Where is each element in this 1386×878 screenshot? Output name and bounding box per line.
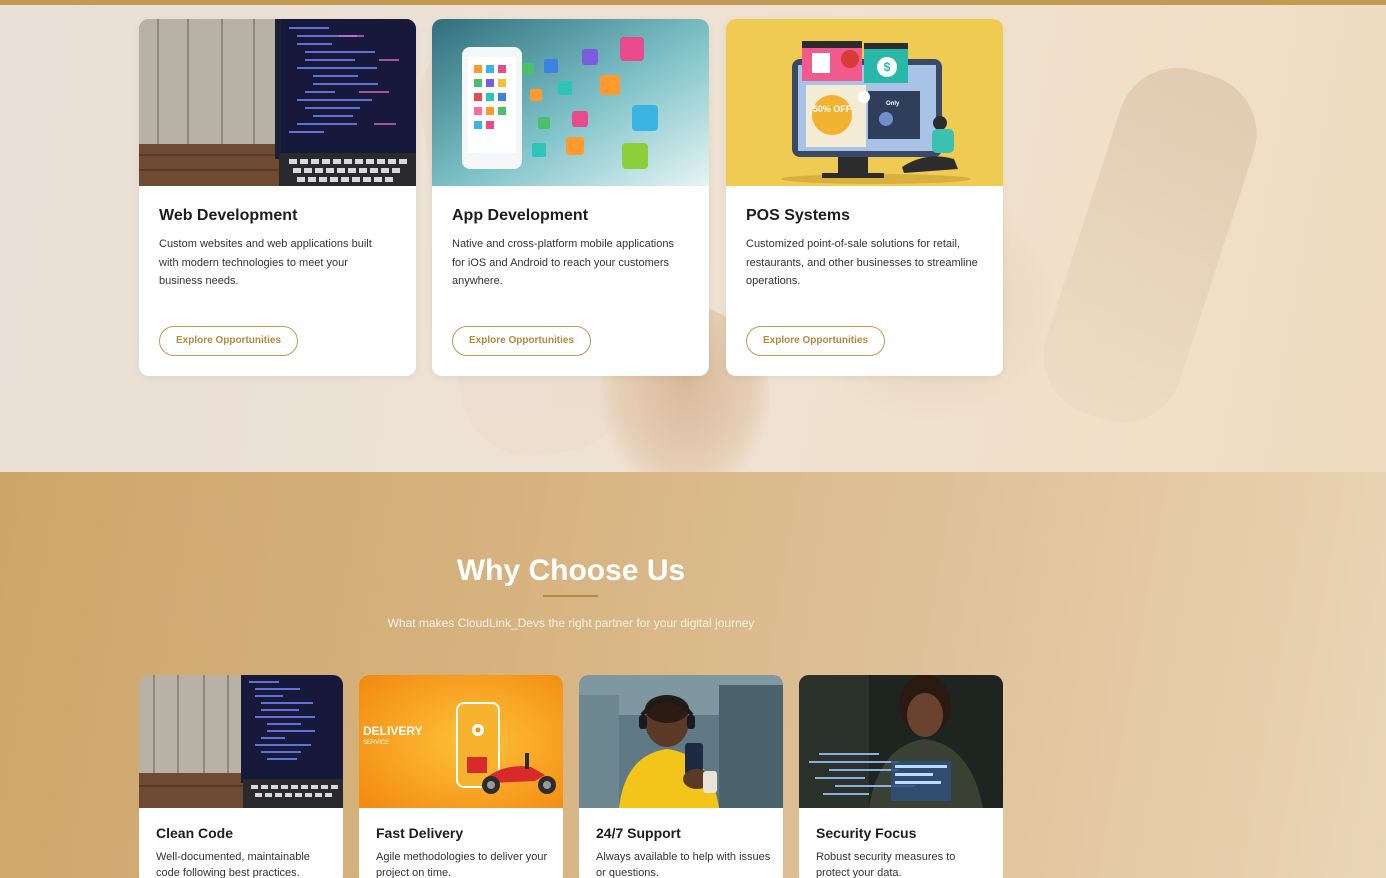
- services-section: Web Development Custom websites and web …: [0, 5, 1386, 472]
- discount-badge-text: 50% OFF: [813, 104, 852, 114]
- why-choose-us-section: Why Choose Us What makes CloudLink_Devs …: [0, 472, 1386, 878]
- service-card-pos-systems: $ 50% OFF Only POS Systems Customized po…: [726, 19, 1003, 376]
- explore-opportunities-button[interactable]: Explore Opportunities: [452, 326, 592, 356]
- delivery-service-text: SERVICE: [363, 740, 389, 746]
- service-title: App Development: [452, 207, 589, 224]
- clean-code-image: [139, 675, 343, 808]
- service-description: Custom websites and web applications bui…: [159, 238, 372, 287]
- delivery-word-text: DELIVERY: [363, 724, 423, 738]
- feature-description: Well-documented, maintainable code follo…: [156, 851, 310, 878]
- fast-delivery-image: DELIVERY SERVICE: [359, 675, 563, 808]
- service-card-app-development: App Development Native and cross-platfor…: [432, 19, 709, 376]
- feature-title: Security Focus: [816, 825, 917, 841]
- feature-card-support: 24/7 Support Always available to help wi…: [579, 675, 783, 878]
- feature-title: Clean Code: [156, 825, 234, 841]
- pos-systems-image: $ 50% OFF Only: [726, 19, 1003, 186]
- service-card-web-development: Web Development Custom websites and web …: [139, 19, 416, 376]
- svg-text:$: $: [884, 60, 891, 74]
- service-description: Native and cross-platform mobile applica…: [452, 238, 674, 287]
- feature-title: 24/7 Support: [596, 825, 681, 841]
- explore-opportunities-button[interactable]: Explore Opportunities: [159, 326, 299, 356]
- heading-underline: [543, 595, 598, 597]
- explore-opportunities-button[interactable]: Explore Opportunities: [746, 326, 886, 356]
- app-development-image: [432, 19, 709, 186]
- feature-card-fast-delivery: DELIVERY SERVICE Fast Delivery Agile met…: [359, 675, 563, 878]
- service-title: POS Systems: [746, 207, 851, 224]
- section-heading: Why Choose Us: [456, 554, 686, 587]
- feature-description: Robust security measures to protect your…: [816, 851, 956, 878]
- only-label-text: Only: [886, 101, 900, 107]
- feature-card-security-focus: Security Focus Robust security measures …: [799, 675, 1003, 878]
- service-description: Customized point-of-sale solutions for r…: [746, 238, 978, 287]
- feature-title: Fast Delivery: [376, 825, 464, 841]
- web-development-image: [139, 19, 416, 186]
- background-photo-arm: [1027, 52, 1273, 438]
- feature-description: Always available to help with issues or …: [596, 851, 771, 878]
- section-subtitle: What makes CloudLink_Devs the right part…: [387, 616, 755, 630]
- feature-card-clean-code: Clean Code Well-documented, maintainable…: [139, 675, 343, 878]
- service-title: Web Development: [159, 207, 298, 224]
- feature-description: Agile methodologies to deliver your proj…: [376, 851, 548, 878]
- security-focus-image: [799, 675, 1003, 808]
- support-image: [579, 675, 783, 808]
